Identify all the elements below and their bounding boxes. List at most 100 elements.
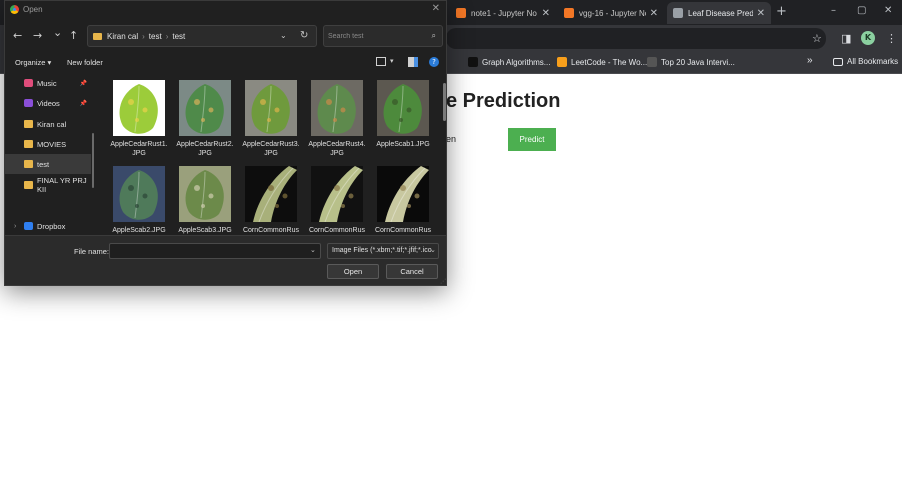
- nav-pane-scrollbar[interactable]: [92, 133, 94, 188]
- browser-tab[interactable]: note1 - Jupyter No ✕: [450, 2, 556, 24]
- chevron-down-icon[interactable]: ⌄: [430, 246, 436, 254]
- file-item[interactable]: AppleCedarRust2.JPG: [175, 80, 235, 158]
- nav-item-dropbox[interactable]: Dropbox ›: [5, 216, 91, 236]
- refresh-icon[interactable]: ↻: [300, 30, 308, 41]
- open-file-dialog: Open ✕ ← → ⌄ ↑ Kiran cal › test › test ⌄ ↻ ⌕…: [4, 0, 447, 286]
- dialog-close-button[interactable]: ✕: [432, 3, 440, 14]
- all-bookmarks-label: All Bookmarks: [847, 57, 899, 66]
- leetcode-icon: [557, 57, 567, 67]
- browser-tab[interactable]: vgg-16 - Jupyter No ✕: [558, 2, 664, 24]
- profile-avatar[interactable]: K: [861, 31, 875, 45]
- recent-locations-chevron-icon[interactable]: ⌄: [53, 26, 62, 39]
- file-name: CornCommonRus: [374, 227, 432, 234]
- search-input[interactable]: [328, 29, 424, 43]
- all-bookmarks-button[interactable]: All Bookmarks: [833, 57, 898, 66]
- folder-icon: [24, 120, 33, 128]
- leaf-thumbnail-image: [311, 80, 363, 136]
- chevron-right-icon[interactable]: ›: [14, 223, 16, 230]
- view-options-icon[interactable]: [376, 57, 386, 66]
- new-folder-button[interactable]: New folder: [67, 58, 103, 67]
- window-close-button[interactable]: ✕: [884, 5, 892, 16]
- nav-item-kiran-cal[interactable]: Kiran cal: [5, 114, 91, 134]
- file-item[interactable]: AppleScab2.JPG: [109, 166, 169, 235]
- music-icon: [24, 79, 33, 87]
- file-name: CornCommonRus: [242, 227, 300, 234]
- file-item[interactable]: AppleCedarRust3.JPG: [241, 80, 301, 158]
- file-item[interactable]: AppleScab1.JPG: [373, 80, 433, 149]
- folder-icon: [833, 57, 843, 66]
- dialog-title: Open: [23, 5, 43, 14]
- back-arrow-icon[interactable]: ←: [13, 29, 22, 42]
- file-item[interactable]: CornCommonRus: [307, 166, 367, 235]
- chevron-down-icon[interactable]: ▾: [390, 57, 394, 65]
- search-icon[interactable]: ⌕: [432, 31, 436, 41]
- command-bar: Organize ▾ New folder ▾ ?: [5, 53, 446, 73]
- organize-menu[interactable]: Organize ▾: [15, 58, 51, 67]
- folder-icon: [24, 181, 33, 189]
- file-grid-scrollbar[interactable]: [443, 83, 446, 121]
- globe-icon: [673, 8, 683, 18]
- star-icon[interactable]: ☆: [812, 32, 822, 45]
- cancel-button[interactable]: Cancel: [386, 264, 438, 279]
- tab-title: Leaf Disease Predict: [688, 8, 753, 18]
- leaf-thumbnail-image: [245, 166, 297, 222]
- file-name-field[interactable]: [109, 243, 321, 259]
- chevron-down-icon[interactable]: ⌄: [310, 246, 316, 254]
- browser-tab-active[interactable]: Leaf Disease Predict ✕: [667, 2, 771, 24]
- file-item[interactable]: CornCommonRus: [373, 166, 433, 235]
- breadcrumb-item[interactable]: test: [149, 32, 162, 41]
- path-bar[interactable]: Kiran cal › test › test ⌄ ↻: [87, 25, 317, 47]
- nav-item-label: FINAL YR PRJ KII: [37, 176, 87, 194]
- leaf-thumbnail-image: [377, 80, 429, 136]
- chevron-down-icon[interactable]: ⌄: [280, 31, 287, 40]
- video-icon: [24, 99, 33, 107]
- nav-item-final-yr-prj-kii[interactable]: FINAL YR PRJ KII: [5, 175, 91, 195]
- address-bar[interactable]: [446, 28, 826, 49]
- file-item[interactable]: AppleScab3.JPG: [175, 166, 235, 235]
- tab-close-icon[interactable]: ✕: [757, 8, 765, 19]
- resize-grip-icon[interactable]: ⋰: [440, 278, 446, 285]
- leaf-thumbnail-image: [179, 166, 231, 222]
- bookmark-item[interactable]: Graph Algorithms...: [468, 57, 550, 67]
- file-type-select[interactable]: Image Files (*.xbm;*.tif;*.jfif;*.ico: [327, 243, 439, 259]
- help-icon[interactable]: ?: [429, 57, 439, 67]
- maximize-button[interactable]: ▢: [857, 5, 866, 16]
- chevron-right-icon: ›: [142, 32, 145, 41]
- breadcrumb: Kiran cal › test › test: [107, 32, 185, 41]
- bookmark-item[interactable]: LeetCode - The Wo...: [557, 57, 647, 67]
- file-name: CornCommonRus: [308, 227, 366, 234]
- bookmarks-overflow-icon[interactable]: »: [807, 55, 813, 66]
- file-grid: AppleCedarRust1.JPG AppleCedarRust2.JPG Ap…: [103, 73, 443, 235]
- sidebar-icon[interactable]: ◨: [841, 32, 851, 45]
- bookmark-favicon-icon: [468, 57, 478, 67]
- nav-item-label: Music: [37, 78, 57, 88]
- file-item[interactable]: AppleCedarRust4.JPG: [307, 80, 367, 158]
- up-arrow-icon[interactable]: ↑: [69, 29, 78, 42]
- tab-title: note1 - Jupyter No: [471, 8, 537, 18]
- breadcrumb-item[interactable]: test: [172, 32, 185, 41]
- minimize-button[interactable]: –: [831, 5, 836, 16]
- file-chosen-label: en: [446, 134, 457, 144]
- preview-pane-icon[interactable]: [408, 57, 418, 67]
- new-tab-button[interactable]: +: [776, 4, 787, 19]
- jupyter-icon: [456, 8, 466, 18]
- page-title: e Prediction: [446, 90, 561, 112]
- bookmark-item[interactable]: Top 20 Java Intervi...: [647, 57, 735, 67]
- file-name: AppleCedarRust2.JPG: [176, 141, 234, 157]
- folder-icon: [93, 33, 102, 40]
- bookmark-favicon-icon: [647, 57, 657, 67]
- tab-close-icon[interactable]: ✕: [542, 8, 550, 19]
- forward-arrow-icon[interactable]: →: [33, 29, 42, 42]
- open-button[interactable]: Open: [327, 264, 379, 279]
- file-item[interactable]: CornCommonRus: [241, 166, 301, 235]
- predict-button[interactable]: Predict: [508, 128, 556, 151]
- nav-item-test[interactable]: test: [5, 154, 91, 174]
- menu-icon[interactable]: ⋮: [886, 32, 897, 45]
- file-item[interactable]: AppleCedarRust1.JPG: [109, 80, 169, 158]
- nav-item-music[interactable]: Music 📌: [5, 73, 91, 93]
- tab-close-icon[interactable]: ✕: [650, 8, 658, 19]
- nav-item-label: test: [37, 159, 50, 169]
- nav-item-movies[interactable]: MOVIES: [5, 134, 91, 154]
- nav-item-videos[interactable]: Videos 📌: [5, 93, 91, 113]
- breadcrumb-item[interactable]: Kiran cal: [107, 32, 138, 41]
